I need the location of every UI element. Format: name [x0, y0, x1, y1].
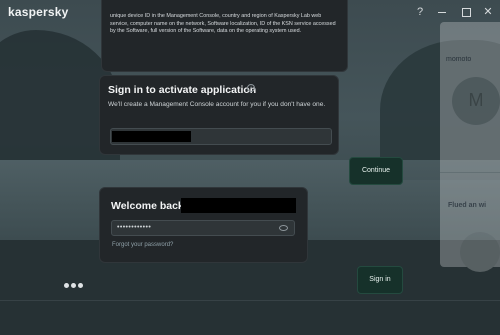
side-account-card: momoto M Flued an wi [440, 22, 500, 272]
continue-button[interactable]: Continue [349, 157, 403, 185]
help-button[interactable]: ? [412, 4, 428, 20]
consent-message: unique device ID in the Management Conso… [101, 0, 348, 72]
welcome-label: Welcome back, [111, 200, 187, 212]
maximize-button[interactable] [458, 4, 474, 20]
email-field[interactable] [110, 128, 332, 145]
sign-in-panel: Sign in to activate application i We'll … [99, 75, 339, 155]
divider [0, 300, 500, 301]
typing-dot [71, 283, 76, 288]
redacted-username [181, 198, 296, 213]
side-card-promo: Flued an wi [448, 202, 487, 209]
divider [440, 172, 500, 173]
password-mask: •••••••••••• [117, 224, 152, 231]
typing-dot [78, 283, 83, 288]
minimize-button[interactable] [434, 4, 450, 20]
sign-in-title: Sign in to activate application [108, 84, 257, 96]
close-button[interactable]: ✕ [480, 4, 496, 20]
app-logo: kaspersky [8, 5, 69, 19]
eye-icon[interactable] [279, 225, 288, 231]
sign-in-description: We'll create a Management Console accoun… [108, 101, 326, 108]
side-card-name: momoto [446, 56, 472, 63]
typing-dot [64, 283, 69, 288]
welcome-panel: Welcome back, •••••••••••• Forgot your p… [99, 187, 308, 263]
redacted-email [112, 131, 191, 142]
side-card-image [460, 232, 500, 272]
typing-indicator [64, 283, 86, 289]
info-icon[interactable]: i [247, 84, 255, 92]
maximize-icon [462, 8, 471, 17]
close-icon: ✕ [483, 6, 493, 18]
minimize-icon [438, 12, 446, 13]
consent-text: unique device ID in the Management Conso… [110, 13, 336, 34]
sign-in-button[interactable]: Sign in [357, 266, 403, 294]
password-field[interactable]: •••••••••••• [111, 220, 295, 236]
avatar-letter: M [468, 90, 484, 110]
avatar: M [452, 77, 500, 125]
forgot-password-link[interactable]: Forgot your password? [112, 242, 173, 248]
